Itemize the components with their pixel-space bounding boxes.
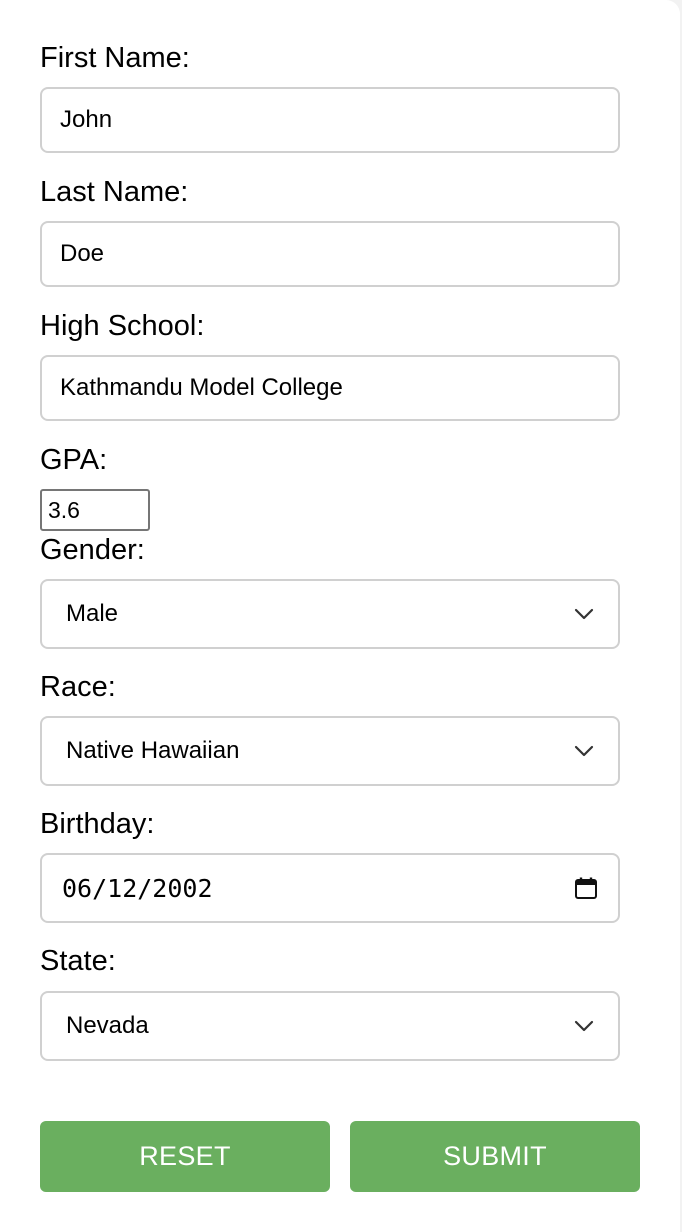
gpa-label: GPA: [40,444,108,476]
race-label: Race: [40,671,116,703]
last-name-label: Last Name: [40,176,189,208]
gender-label: Gender: [40,534,145,566]
first-name-label: First Name: [40,42,190,74]
gpa-value: 3.6 [48,496,80,523]
reset-button-label: RESET [139,1141,231,1171]
high-school-value: Kathmandu Model College [60,374,343,401]
high-school-label: High School: [40,310,205,342]
state-value: Nevada [66,1012,149,1039]
birthday-value: 06/12/2002 [62,873,213,903]
chevron-down-icon [574,608,594,620]
calendar-icon[interactable] [574,876,598,900]
chevron-down-icon [574,1020,594,1032]
gender-value: Male [66,600,119,627]
reset-button[interactable]: RESET [40,1121,330,1192]
student-form: First Name: John Last Name: Doe High Sch… [0,0,680,1232]
race-select[interactable]: Native Hawaiian [40,716,620,786]
submit-button[interactable]: SUBMIT [350,1121,640,1192]
state-select[interactable]: Nevada [40,991,620,1061]
first-name-value: John [60,106,113,133]
chevron-down-icon [574,745,594,757]
submit-button-label: SUBMIT [443,1141,547,1171]
gpa-input[interactable]: 3.6 [40,489,150,531]
birthday-input[interactable]: 06/12/2002 [40,853,620,923]
birthday-label: Birthday: [40,808,155,840]
gender-select[interactable]: Male [40,579,620,649]
last-name-input[interactable]: Doe [40,221,620,287]
last-name-value: Doe [60,240,105,267]
high-school-input[interactable]: Kathmandu Model College [40,355,620,421]
race-value: Native Hawaiian [66,737,240,764]
state-label: State: [40,945,116,977]
first-name-input[interactable]: John [40,87,620,153]
